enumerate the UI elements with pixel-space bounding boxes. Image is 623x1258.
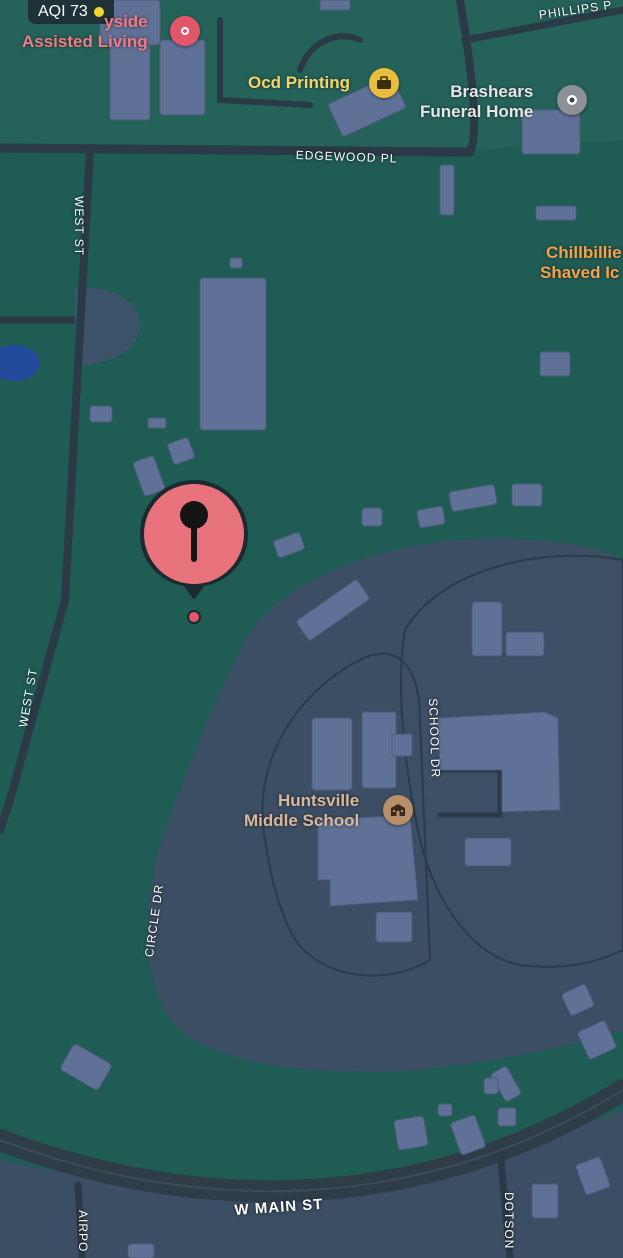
poi-chillbillies[interactable]: Chillbillie Shaved Ic <box>540 243 622 283</box>
poi-chillbillies-name-1: Chillbillie <box>546 243 622 262</box>
street-airport: AIRPO <box>76 1210 90 1253</box>
poi-school-name-2: Middle School <box>244 811 360 830</box>
dropped-pin-icon <box>140 480 248 624</box>
poi-assisted-living-name-2: Assisted Living <box>22 32 148 51</box>
school-icon[interactable] <box>383 795 413 825</box>
street-west-top: WEST ST <box>72 196 86 257</box>
poi-ocd-printing-name: Ocd Printing <box>248 73 350 92</box>
poi-brashears[interactable]: Brashears Funeral Home <box>420 82 533 122</box>
street-dotson: DOTSON <box>502 1192 516 1250</box>
map-canvas <box>0 0 623 1258</box>
poi-brashears-name-2: Funeral Home <box>420 102 534 121</box>
poi-chillbillies-name-2: Shaved Ic <box>540 263 620 282</box>
street-school-dr: SCHOOL DR <box>426 698 443 779</box>
briefcase-icon[interactable] <box>369 68 399 98</box>
poi-school[interactable]: Huntsville Middle School <box>244 791 359 831</box>
poi-ocd-printing[interactable]: Ocd Printing <box>248 73 350 93</box>
poi-assisted-living-name-1: yside <box>104 12 148 31</box>
poi-brashears-name-1: Brashears <box>450 82 534 101</box>
pin-icon[interactable] <box>170 16 200 46</box>
poi-school-name-1: Huntsville <box>277 791 360 810</box>
dot-icon[interactable] <box>557 85 587 115</box>
poi-assisted-living[interactable]: yside Assisted Living <box>22 12 148 52</box>
map-view[interactable]: AQI 73 yside Assisted Living Ocd Printin… <box>0 0 623 1258</box>
dropped-pin[interactable] <box>136 478 252 628</box>
